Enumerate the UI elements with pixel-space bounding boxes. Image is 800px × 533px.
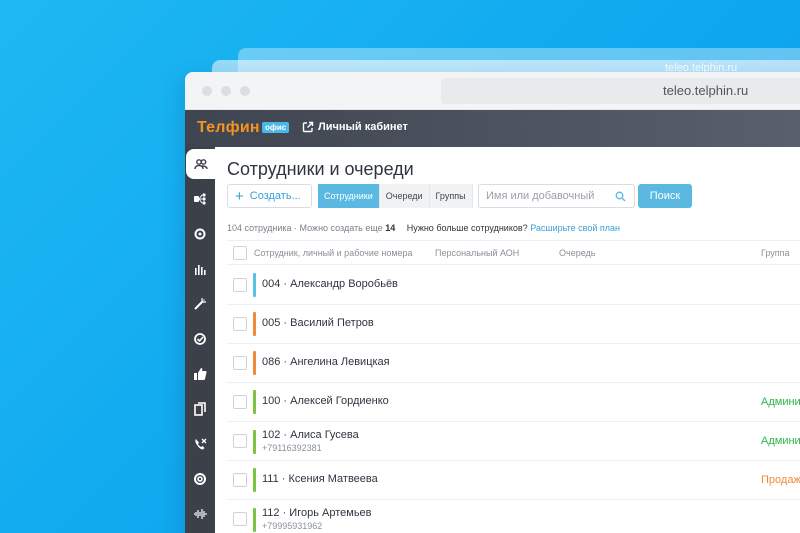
table-row[interactable]: 100 · Алексей Гордиенко Админи xyxy=(227,383,800,422)
employee-group[interactable]: Админи xyxy=(761,396,800,408)
sidebar-item-settings[interactable] xyxy=(185,219,215,249)
tab-groups[interactable]: Группы xyxy=(429,184,473,208)
employee-name[interactable]: 111 · Ксения Матвеева xyxy=(262,473,378,485)
sidebar-item-people[interactable] xyxy=(186,149,215,179)
missed-call-icon xyxy=(195,438,207,450)
employee-name[interactable]: 102 · Алиса Гусева xyxy=(262,429,359,441)
employee-group[interactable]: Админи xyxy=(761,435,800,447)
table-header: Сотрудник, личный и рабочие номера Персо… xyxy=(227,240,800,265)
sidebar-item-magic[interactable] xyxy=(185,289,215,319)
browser-window: teleo.telphin.ru Телфин офис Личный каби… xyxy=(185,72,800,533)
sidebar-item-check[interactable] xyxy=(185,324,215,354)
window-close-dot[interactable] xyxy=(202,86,212,96)
main-content: Сотрудники и очереди + Создать... Сотруд… xyxy=(215,147,800,533)
column-employee[interactable]: Сотрудник, личный и рабочие номера xyxy=(254,248,413,258)
employee-name[interactable]: 005 · Василий Петров xyxy=(262,317,374,329)
plus-icon: + xyxy=(235,187,244,205)
table-row[interactable]: 004 · Александр Воробьёв xyxy=(227,266,800,305)
support-icon xyxy=(194,473,206,485)
tab-employees[interactable]: Сотрудники xyxy=(318,184,380,208)
row-checkbox[interactable] xyxy=(233,356,247,370)
create-button[interactable]: + Создать... xyxy=(227,184,312,208)
employee-group[interactable]: Продаж xyxy=(761,474,800,486)
status-color-bar xyxy=(253,508,256,532)
status-color-bar xyxy=(253,273,256,297)
telphin-logo[interactable]: Телфин xyxy=(197,119,260,137)
page-title: Сотрудники и очереди xyxy=(227,159,414,179)
personal-cabinet-link[interactable]: Личный кабинет xyxy=(318,121,408,133)
window-minimize-dot[interactable] xyxy=(221,86,231,96)
column-queue[interactable]: Очередь xyxy=(559,248,595,258)
external-link-icon xyxy=(302,121,314,133)
sidebar xyxy=(185,147,215,533)
row-checkbox[interactable] xyxy=(233,317,247,331)
row-checkbox[interactable] xyxy=(233,395,247,409)
upgrade-plan-link[interactable]: Расширьте свой план xyxy=(530,223,620,233)
employee-name[interactable]: 086 · Ангелина Левицкая xyxy=(262,356,390,368)
documents-icon xyxy=(194,402,206,416)
employee-count-text: 104 сотрудника · Можно создать еще xyxy=(227,223,383,233)
stats-icon xyxy=(195,265,206,275)
row-checkbox[interactable] xyxy=(233,473,247,487)
table-row[interactable]: 102 · Алиса Гусева +79116392381 Админи xyxy=(227,422,800,461)
status-color-bar xyxy=(253,312,256,336)
status-color-bar xyxy=(253,351,256,375)
table-row[interactable]: 005 · Василий Петров xyxy=(227,305,800,344)
sidebar-item-documents[interactable] xyxy=(185,394,215,424)
tab-queues[interactable]: Очереди xyxy=(379,184,430,208)
status-color-bar xyxy=(253,468,256,492)
remaining-slots-count: 14 xyxy=(385,223,396,233)
row-checkbox[interactable] xyxy=(233,434,247,448)
sidebar-item-support[interactable] xyxy=(185,464,215,494)
employee-count-info: 104 сотрудника · Можно создать еще 14 Ну… xyxy=(227,223,620,233)
employee-name[interactable]: 100 · Алексей Гордиенко xyxy=(262,395,389,407)
column-personal-aon[interactable]: Персональный АОН xyxy=(435,248,519,258)
sidebar-item-routing[interactable] xyxy=(185,184,215,214)
employee-name[interactable]: 112 · Игорь Артемьев xyxy=(262,507,372,519)
address-bar[interactable]: teleo.telphin.ru xyxy=(441,78,800,104)
people-icon xyxy=(193,159,208,170)
table-row[interactable]: 111 · Ксения Матвеева Продаж xyxy=(227,461,800,500)
table-row[interactable]: 112 · Игорь Артемьев +79995931962 xyxy=(227,500,800,533)
routing-icon xyxy=(194,193,206,205)
employee-name[interactable]: 004 · Александр Воробьёв xyxy=(262,278,398,290)
employee-phone: +79116392381 xyxy=(262,443,322,453)
voice-icon xyxy=(194,509,207,519)
sidebar-item-voice[interactable] xyxy=(185,499,215,529)
need-more-text: Нужно больше сотрудников? xyxy=(406,223,528,233)
column-group[interactable]: Группа xyxy=(761,248,790,258)
check-circle-icon xyxy=(194,333,206,345)
table-row[interactable]: 086 · Ангелина Левицкая xyxy=(227,344,800,383)
sidebar-item-stats[interactable] xyxy=(185,254,215,284)
status-color-bar xyxy=(253,430,256,454)
sidebar-item-likes[interactable] xyxy=(185,359,215,389)
employee-phone: +79995931962 xyxy=(262,521,323,531)
search-box xyxy=(478,184,635,208)
search-input[interactable] xyxy=(479,185,604,207)
row-checkbox[interactable] xyxy=(233,512,247,526)
status-color-bar xyxy=(253,390,256,414)
app-header: Телфин офис Личный кабинет xyxy=(185,110,800,147)
create-button-label: Создать... xyxy=(249,190,301,202)
window-maximize-dot[interactable] xyxy=(240,86,250,96)
thumbs-up-icon xyxy=(194,368,207,380)
magic-icon xyxy=(194,298,206,310)
view-tabs: Сотрудники Очереди Группы xyxy=(318,184,473,208)
select-all-checkbox[interactable] xyxy=(233,246,247,260)
browser-toolbar: teleo.telphin.ru xyxy=(185,72,800,110)
sidebar-item-missed-calls[interactable] xyxy=(185,429,215,459)
office-badge: офис xyxy=(262,122,290,133)
settings-icon xyxy=(194,228,206,240)
row-checkbox[interactable] xyxy=(233,278,247,292)
search-icon xyxy=(615,191,626,202)
search-button[interactable]: Поиск xyxy=(638,184,692,208)
